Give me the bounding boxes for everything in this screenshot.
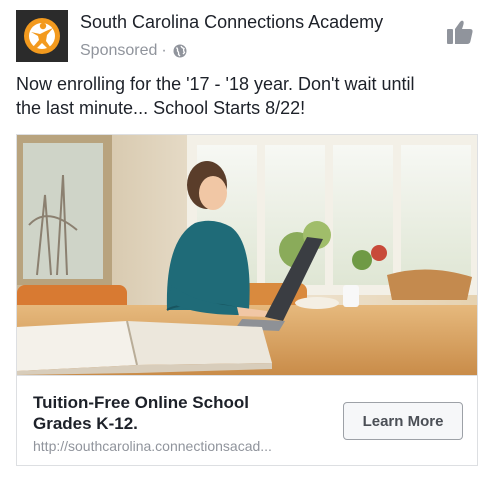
page-name-link[interactable]: South Carolina Connections Academy [80, 12, 383, 33]
thumbs-up-icon[interactable] [446, 18, 474, 46]
learn-more-button[interactable]: Learn More [343, 402, 463, 440]
meta-separator: · [161, 42, 167, 59]
caption-line-1: Now enrolling for the '17 - '18 year. Do… [16, 74, 415, 94]
ad-headline-line-2: Grades K-12. [33, 414, 138, 433]
ad-card[interactable]: Tuition-Free Online School Grades K-12. … [16, 134, 478, 466]
sponsored-post: South Carolina Connections Academy Spons… [0, 0, 494, 477]
page-avatar[interactable] [16, 10, 68, 62]
post-meta: Sponsored · [80, 42, 187, 60]
post-caption: Now enrolling for the '17 - '18 year. Do… [16, 72, 478, 120]
sponsored-label[interactable]: Sponsored [80, 42, 157, 60]
ad-hero-image[interactable] [17, 135, 477, 375]
ad-card-footer: Tuition-Free Online School Grades K-12. … [17, 375, 477, 465]
globe-icon[interactable] [173, 44, 187, 58]
ad-headline[interactable]: Tuition-Free Online School Grades K-12. [33, 392, 323, 434]
ad-url[interactable]: http://southcarolina.connectionsacad... [33, 438, 333, 454]
student-laptop-photo [17, 135, 477, 375]
ad-headline-line-1: Tuition-Free Online School [33, 393, 249, 412]
caption-line-2: the last minute... School Starts 8/22! [16, 98, 306, 118]
connections-academy-logo [16, 10, 68, 62]
